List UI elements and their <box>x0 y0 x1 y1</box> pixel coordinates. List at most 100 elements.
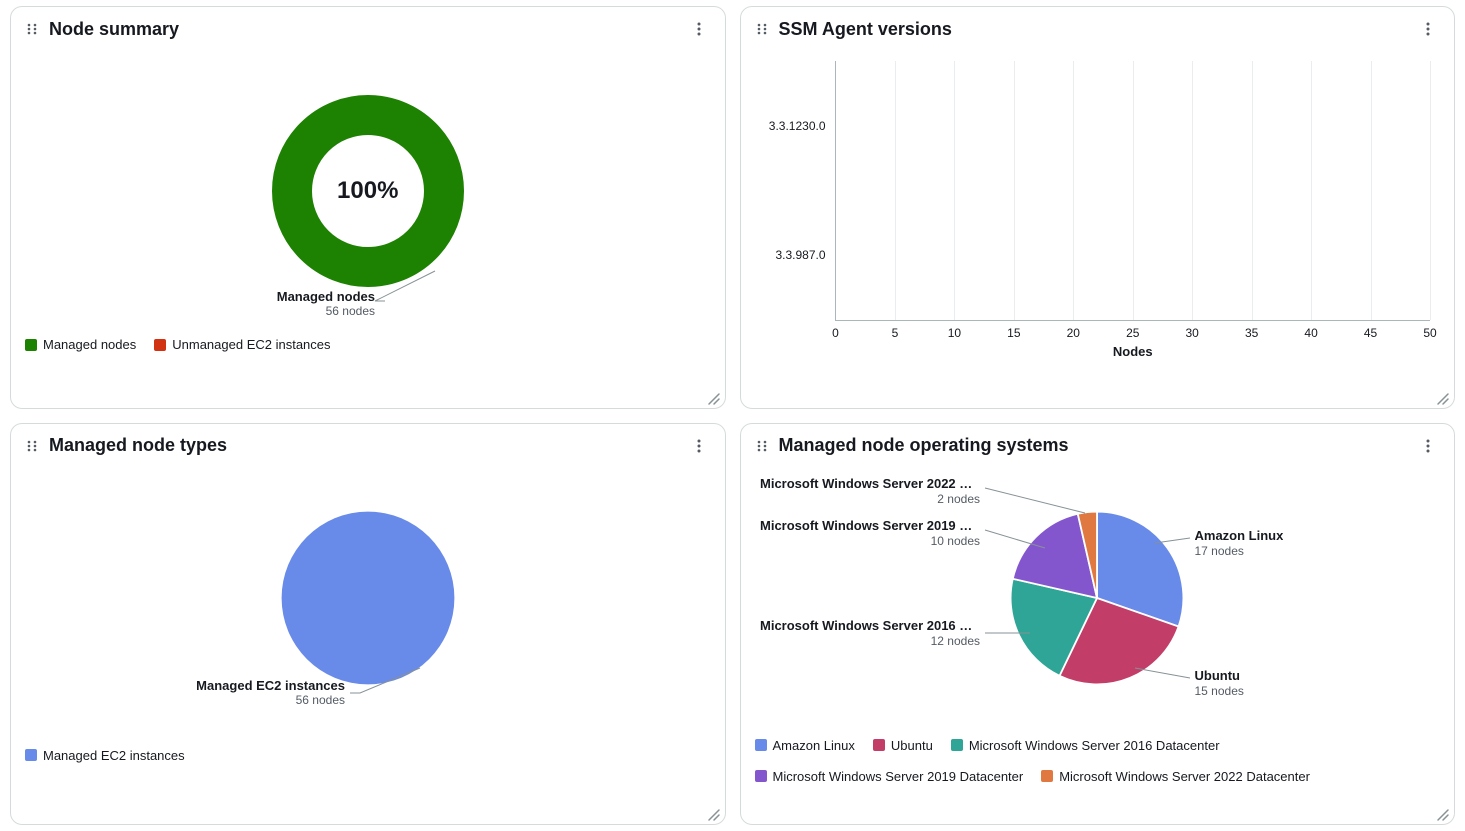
card-header: Managed node operating systems <box>741 424 1455 460</box>
x-tick: 30 <box>1186 326 1199 340</box>
callout-sub: 12 nodes <box>760 634 980 649</box>
card-body: 100% Managed nodes 56 nodes Managed node… <box>11 43 725 408</box>
legend: Managed EC2 instances <box>25 748 711 763</box>
callout-sub: 56 nodes <box>155 304 375 318</box>
legend-label: Unmanaged EC2 instances <box>172 337 330 352</box>
drag-handle-icon[interactable] <box>25 439 39 453</box>
pie-callout-w2022: Microsoft Windows Server 2022 Dat... 2 n… <box>760 476 980 507</box>
dashboard-grid: Node summary 100% Managed nodes 56 nodes <box>0 0 1465 831</box>
donut-callout: Managed nodes 56 nodes <box>155 289 375 318</box>
pie-callout-amazon: Amazon Linux 17 nodes <box>1195 528 1284 559</box>
legend-item-managed[interactable]: Managed nodes <box>25 337 136 352</box>
legend-swatch <box>1041 770 1053 782</box>
card-header: Managed node types <box>11 424 725 460</box>
pie-wrap <box>278 508 458 688</box>
legend: Amazon Linux Ubuntu Microsoft Windows Se… <box>755 738 1441 784</box>
card-title: SSM Agent versions <box>779 19 1417 40</box>
pie-svg <box>278 508 458 688</box>
x-tick: 20 <box>1067 326 1080 340</box>
callout-title: Amazon Linux <box>1195 528 1284 544</box>
callout-title: Ubuntu <box>1195 668 1244 684</box>
x-tick: 40 <box>1304 326 1317 340</box>
bar-chart: 3.3.1230.0 3.3.987.0 Nodes 0510152025303… <box>755 51 1441 361</box>
pie-callout-ubuntu: Ubuntu 15 nodes <box>1195 668 1244 699</box>
legend-item-unmanaged[interactable]: Unmanaged EC2 instances <box>154 337 330 352</box>
pie-callout-w2019: Microsoft Windows Server 2019 Dat... 10 … <box>760 518 980 549</box>
card-body: Managed EC2 instances 56 nodes Managed E… <box>11 460 725 825</box>
legend-item[interactable]: Microsoft Windows Server 2016 Datacenter <box>951 738 1220 753</box>
resize-handle-icon[interactable] <box>1434 806 1450 822</box>
callout-sub: 17 nodes <box>1195 544 1284 559</box>
callout-title: Managed nodes <box>155 289 375 304</box>
card-body: Amazon Linux 17 nodes Ubuntu 15 nodes Mi… <box>741 460 1455 825</box>
callout-title: Managed EC2 instances <box>95 678 345 693</box>
legend-label: Amazon Linux <box>773 738 855 753</box>
card-header: Node summary <box>11 7 725 43</box>
legend-swatch <box>755 739 767 751</box>
drag-handle-icon[interactable] <box>755 439 769 453</box>
legend-label: Microsoft Windows Server 2022 Datacenter <box>1059 769 1310 784</box>
drag-handle-icon[interactable] <box>755 22 769 36</box>
card-menu-button[interactable] <box>1416 17 1440 41</box>
x-tick: 10 <box>948 326 961 340</box>
legend-swatch <box>873 739 885 751</box>
pie-chart: Amazon Linux 17 nodes Ubuntu 15 nodes Mi… <box>755 468 1441 728</box>
drag-handle-icon[interactable] <box>25 22 39 36</box>
x-axis-label: Nodes <box>1113 344 1153 359</box>
pie-wrap <box>1007 508 1187 688</box>
card-managed-node-types: Managed node types Managed EC2 instances… <box>10 423 726 826</box>
legend-swatch <box>154 339 166 351</box>
donut-center-value: 100% <box>268 91 468 291</box>
callout-title: Microsoft Windows Server 2016 Dat... <box>760 618 980 634</box>
legend-item[interactable]: Microsoft Windows Server 2022 Datacenter <box>1041 769 1310 784</box>
card-menu-button[interactable] <box>687 17 711 41</box>
bar-category: 3.3.987.0 <box>775 248 825 262</box>
card-menu-button[interactable] <box>1416 434 1440 458</box>
pie-svg <box>1007 508 1187 688</box>
card-managed-node-os: Managed node operating systems Amazon Li… <box>740 423 1456 826</box>
callout-sub: 15 nodes <box>1195 684 1244 699</box>
legend-swatch <box>951 739 963 751</box>
legend-label: Managed nodes <box>43 337 136 352</box>
callout-title: Microsoft Windows Server 2019 Dat... <box>760 518 980 534</box>
legend-label: Managed EC2 instances <box>43 748 185 763</box>
x-tick: 50 <box>1423 326 1436 340</box>
card-header: SSM Agent versions <box>741 7 1455 43</box>
legend-label: Microsoft Windows Server 2019 Datacenter <box>773 769 1024 784</box>
pie-callout: Managed EC2 instances 56 nodes <box>95 678 345 707</box>
donut-wrap: 100% <box>268 91 468 291</box>
legend: Managed nodes Unmanaged EC2 instances <box>25 337 711 352</box>
resize-handle-icon[interactable] <box>705 390 721 406</box>
card-title: Managed node operating systems <box>779 435 1417 456</box>
legend-swatch <box>25 749 37 761</box>
legend-item-ec2[interactable]: Managed EC2 instances <box>25 748 185 763</box>
pie-callout-w2016: Microsoft Windows Server 2016 Dat... 12 … <box>760 618 980 649</box>
legend-item[interactable]: Amazon Linux <box>755 738 855 753</box>
x-tick: 45 <box>1364 326 1377 340</box>
card-body: 3.3.1230.0 3.3.987.0 Nodes 0510152025303… <box>741 43 1455 408</box>
card-title: Node summary <box>49 19 687 40</box>
resize-handle-icon[interactable] <box>705 806 721 822</box>
legend-swatch <box>755 770 767 782</box>
card-node-summary: Node summary 100% Managed nodes 56 nodes <box>10 6 726 409</box>
bar-category: 3.3.1230.0 <box>769 119 826 133</box>
callout-title: Microsoft Windows Server 2022 Dat... <box>760 476 980 492</box>
callout-sub: 2 nodes <box>760 492 980 507</box>
x-tick: 35 <box>1245 326 1258 340</box>
x-tick: 5 <box>892 326 899 340</box>
card-menu-button[interactable] <box>687 434 711 458</box>
callout-sub: 56 nodes <box>95 693 345 707</box>
card-title: Managed node types <box>49 435 687 456</box>
legend-item[interactable]: Microsoft Windows Server 2019 Datacenter <box>755 769 1024 784</box>
donut-chart: 100% Managed nodes 56 nodes <box>25 51 711 331</box>
card-ssm-agent-versions: SSM Agent versions 3.3.1230.0 3.3.987.0 <box>740 6 1456 409</box>
legend-swatch <box>25 339 37 351</box>
x-tick: 15 <box>1007 326 1020 340</box>
bar-plot: 3.3.1230.0 3.3.987.0 Nodes 0510152025303… <box>835 61 1431 321</box>
pie-chart: Managed EC2 instances 56 nodes <box>25 468 711 728</box>
legend-label: Ubuntu <box>891 738 933 753</box>
x-tick: 0 <box>832 326 839 340</box>
resize-handle-icon[interactable] <box>1434 390 1450 406</box>
legend-label: Microsoft Windows Server 2016 Datacenter <box>969 738 1220 753</box>
legend-item[interactable]: Ubuntu <box>873 738 933 753</box>
